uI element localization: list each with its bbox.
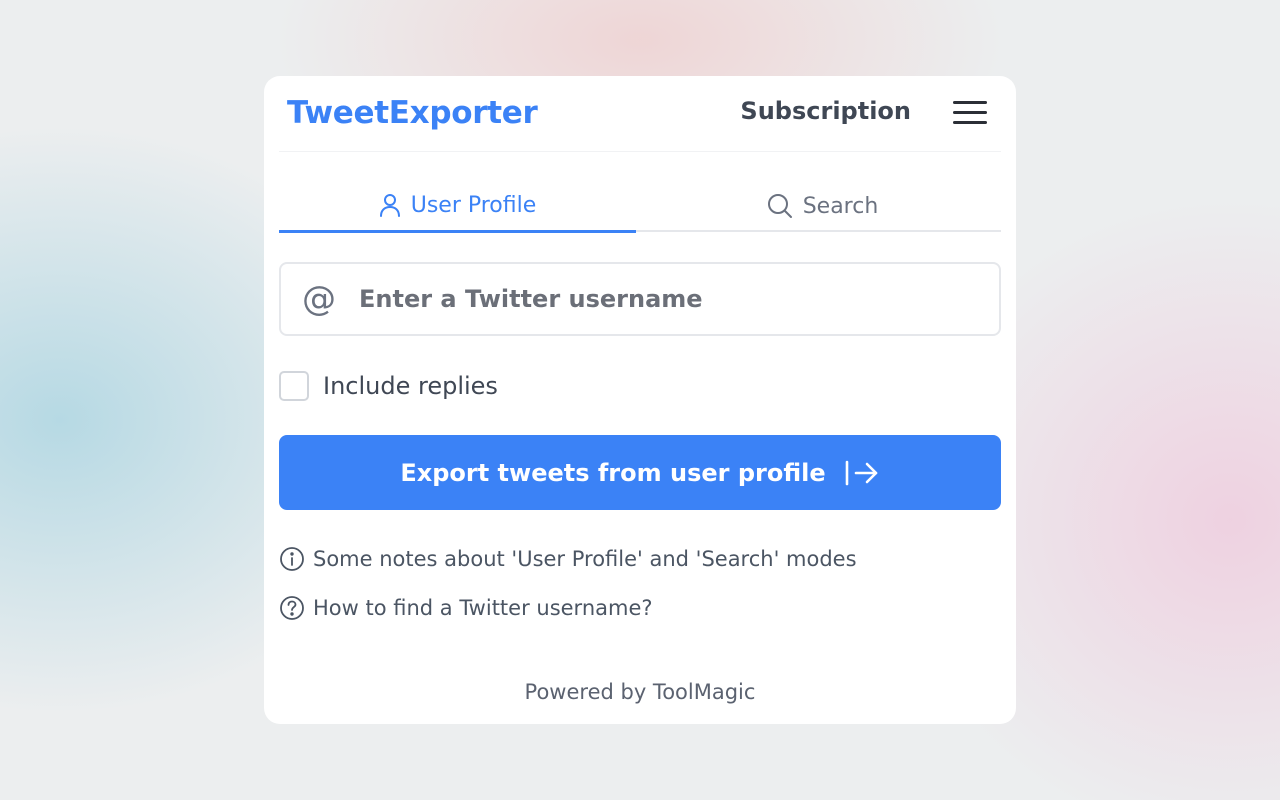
search-icon <box>767 194 792 218</box>
arrow-right-to-bar-icon <box>845 460 877 485</box>
tab-user-profile[interactable]: User Profile <box>279 180 636 233</box>
export-tweets-button[interactable]: Export tweets from user profile <box>279 435 1001 510</box>
modes-notes-label: Some notes about 'User Profile' and 'Sea… <box>313 547 857 571</box>
export-button-label: Export tweets from user profile <box>400 458 826 487</box>
find-username-help-link[interactable]: How to find a Twitter username? <box>279 594 653 622</box>
tab-user-profile-label: User Profile <box>410 192 537 218</box>
subscription-link[interactable]: Subscription <box>740 97 911 125</box>
username-input[interactable] <box>351 285 971 313</box>
header: TweetExporter Subscription <box>279 76 1001 152</box>
powered-by-footer[interactable]: Powered by ToolMagic <box>264 680 1016 704</box>
find-username-help-label: How to find a Twitter username? <box>313 596 653 620</box>
tweet-exporter-panel: TweetExporter Subscription User Profile … <box>264 76 1016 724</box>
modes-notes-link[interactable]: Some notes about 'User Profile' and 'Sea… <box>279 545 857 573</box>
at-sign-icon: @ <box>302 279 336 319</box>
user-icon <box>379 194 400 217</box>
username-field[interactable]: @ <box>279 262 1001 336</box>
include-replies-label[interactable]: Include replies <box>323 372 498 400</box>
info-circle-icon <box>280 547 304 571</box>
brand-logo-text[interactable]: TweetExporter <box>287 95 538 131</box>
question-circle-icon <box>280 596 304 620</box>
mode-tabs: User Profile Search <box>279 180 1001 233</box>
tab-search[interactable]: Search <box>644 180 1001 232</box>
include-replies-checkbox[interactable] <box>279 371 309 401</box>
hamburger-menu-icon[interactable] <box>953 101 989 127</box>
include-replies-row[interactable]: Include replies <box>279 371 498 401</box>
tab-search-label: Search <box>802 193 879 219</box>
